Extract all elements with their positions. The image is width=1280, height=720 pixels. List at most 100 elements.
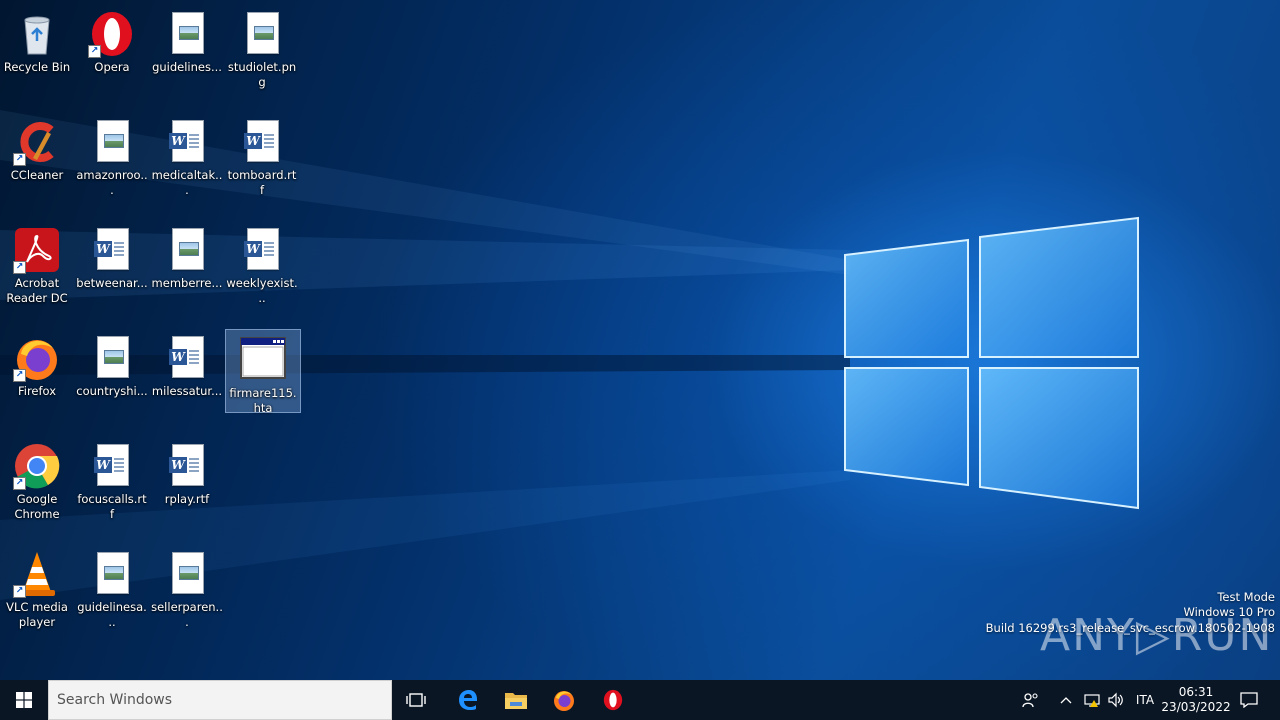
icon-label: Google Chrome	[14, 492, 60, 521]
watermark-build: Build 16299.rs3_release_svc_escrow.18050…	[985, 620, 1275, 635]
desktop-icon-opera[interactable]: ↗ Opera	[75, 4, 149, 104]
icon-label: Recycle Bin	[3, 60, 71, 74]
show-hidden-icons-button[interactable]	[1056, 680, 1076, 720]
icon-label: guidelines...	[152, 60, 222, 74]
word-document-icon: W	[163, 442, 211, 490]
desktop-icon-countryshi[interactable]: countryshi...	[75, 328, 149, 428]
image-file-icon	[88, 550, 136, 598]
search-box[interactable]: Search Windows	[48, 680, 392, 720]
icon-label: amazonroo...	[76, 168, 148, 197]
input-language-indicator[interactable]: ITA	[1130, 680, 1160, 720]
action-center-button[interactable]	[1232, 680, 1266, 720]
volume-control[interactable]	[1104, 680, 1128, 720]
desktop-icon-acrobat[interactable]: ↗ Acrobat Reader DC	[0, 220, 74, 320]
desktop-icon-firefox[interactable]: ↗ Firefox	[0, 328, 74, 428]
desktop-icon-weeklyexist[interactable]: W weeklyexist...	[225, 220, 299, 320]
opera-icon: ↗	[88, 10, 136, 58]
desktop-icon-chrome[interactable]: ↗ Google Chrome	[0, 436, 74, 536]
desktop-icon-guidelines[interactable]: guidelines...	[150, 4, 224, 104]
icon-label: Opera	[94, 60, 130, 74]
icon-label: countryshi...	[76, 384, 148, 398]
word-document-icon: W	[163, 118, 211, 166]
shortcut-arrow-icon: ↗	[13, 585, 26, 598]
chevron-up-icon	[1060, 697, 1072, 704]
clock[interactable]: 06:31 23/03/2022	[1161, 680, 1231, 720]
desktop[interactable]: Recycle Bin ↗ CCleaner ↗ Acrobat Reader …	[0, 0, 1280, 680]
word-document-icon: W	[88, 226, 136, 274]
recycle-bin-icon	[13, 10, 61, 58]
word-document-icon: W	[163, 334, 211, 382]
network-status[interactable]	[1080, 680, 1104, 720]
shortcut-arrow-icon: ↗	[13, 261, 26, 274]
icon-label: betweenar...	[76, 276, 148, 290]
image-file-icon	[163, 550, 211, 598]
firefox-icon	[554, 691, 574, 711]
watermark-mode: Test Mode	[1217, 589, 1275, 604]
speaker-icon	[1108, 692, 1123, 708]
firefox-icon: ↗	[13, 334, 61, 382]
word-document-icon: W	[238, 226, 286, 274]
icon-label: studiolet.png	[227, 60, 297, 89]
desktop-icon-guidelinesa[interactable]: guidelinesa...	[75, 544, 149, 644]
clock-date: 23/03/2022	[1161, 700, 1231, 714]
image-file-icon	[88, 118, 136, 166]
chrome-icon: ↗	[13, 442, 61, 490]
network-warning-icon	[1084, 694, 1100, 707]
shortcut-arrow-icon: ↗	[13, 153, 26, 166]
taskbar-opera[interactable]	[590, 680, 636, 720]
icon-label: Acrobat Reader DC	[6, 276, 68, 305]
image-file-icon	[238, 10, 286, 58]
icon-label: CCleaner	[10, 168, 64, 182]
folder-icon	[505, 693, 527, 709]
windows-logo-icon	[16, 692, 32, 708]
desktop-icon-sellerparen[interactable]: sellerparen...	[150, 544, 224, 644]
icon-label: sellerparen...	[151, 600, 223, 629]
icon-label: rplay.rtf	[164, 492, 210, 506]
hta-application-icon	[239, 336, 287, 384]
taskbar: Search Windows ITA 06:31 23/03/2022	[0, 680, 1280, 720]
clock-time: 06:31	[1178, 685, 1214, 699]
opera-icon	[603, 689, 623, 711]
word-document-icon: W	[238, 118, 286, 166]
desktop-icon-memberre[interactable]: memberre...	[150, 220, 224, 320]
desktop-icon-tomboard[interactable]: W tomboard.rtf	[225, 112, 299, 212]
image-file-icon	[163, 226, 211, 274]
search-placeholder: Search Windows	[57, 692, 173, 708]
icon-label: medicaltak...	[151, 168, 223, 197]
icon-label: tomboard.rtf	[227, 168, 297, 197]
desktop-icon-studiolet[interactable]: studiolet.png	[225, 4, 299, 104]
desktop-icon-focuscalls[interactable]: W focuscalls.rtf	[75, 436, 149, 536]
taskbar-firefox[interactable]	[542, 680, 586, 720]
notification-icon	[1240, 692, 1258, 708]
desktop-icon-ccleaner[interactable]: ↗ CCleaner	[0, 112, 74, 212]
image-file-icon	[163, 10, 211, 58]
taskbar-edge[interactable]	[446, 680, 490, 720]
icon-label: VLC media player	[6, 600, 68, 629]
language-label: ITA	[1135, 693, 1155, 707]
people-button[interactable]	[1014, 680, 1048, 720]
desktop-icon-amazonroo[interactable]: amazonroo...	[75, 112, 149, 212]
desktop-icon-milessatur[interactable]: W milessatur...	[150, 328, 224, 428]
icon-label: guidelinesa...	[77, 600, 147, 629]
desktop-icon-rplay[interactable]: W rplay.rtf	[150, 436, 224, 536]
desktop-icon-vlc[interactable]: ↗ VLC media player	[0, 544, 74, 644]
icon-label: focuscalls.rtf	[77, 492, 147, 521]
image-file-icon	[88, 334, 136, 382]
icon-label: Firefox	[17, 384, 57, 398]
edge-icon	[459, 690, 477, 710]
icon-label: weeklyexist...	[226, 276, 298, 305]
desktop-icon-medicaltak[interactable]: W medicaltak...	[150, 112, 224, 212]
shortcut-arrow-icon: ↗	[88, 45, 101, 58]
desktop-icon-betweenar[interactable]: W betweenar...	[75, 220, 149, 320]
task-view-icon	[406, 693, 426, 707]
taskbar-file-explorer[interactable]	[494, 680, 538, 720]
task-view-button[interactable]	[396, 680, 436, 720]
desktop-icon-firmare115[interactable]: firmare115.hta	[225, 329, 301, 415]
test-mode-watermark: Test Mode Windows 10 Pro Build 16299.rs3…	[986, 590, 1275, 637]
start-button[interactable]	[0, 680, 48, 720]
ccleaner-icon: ↗	[13, 118, 61, 166]
icon-label: memberre...	[151, 276, 223, 290]
vlc-icon: ↗	[13, 550, 61, 598]
people-icon	[1022, 693, 1038, 708]
desktop-icon-recycle-bin[interactable]: Recycle Bin	[0, 4, 74, 104]
